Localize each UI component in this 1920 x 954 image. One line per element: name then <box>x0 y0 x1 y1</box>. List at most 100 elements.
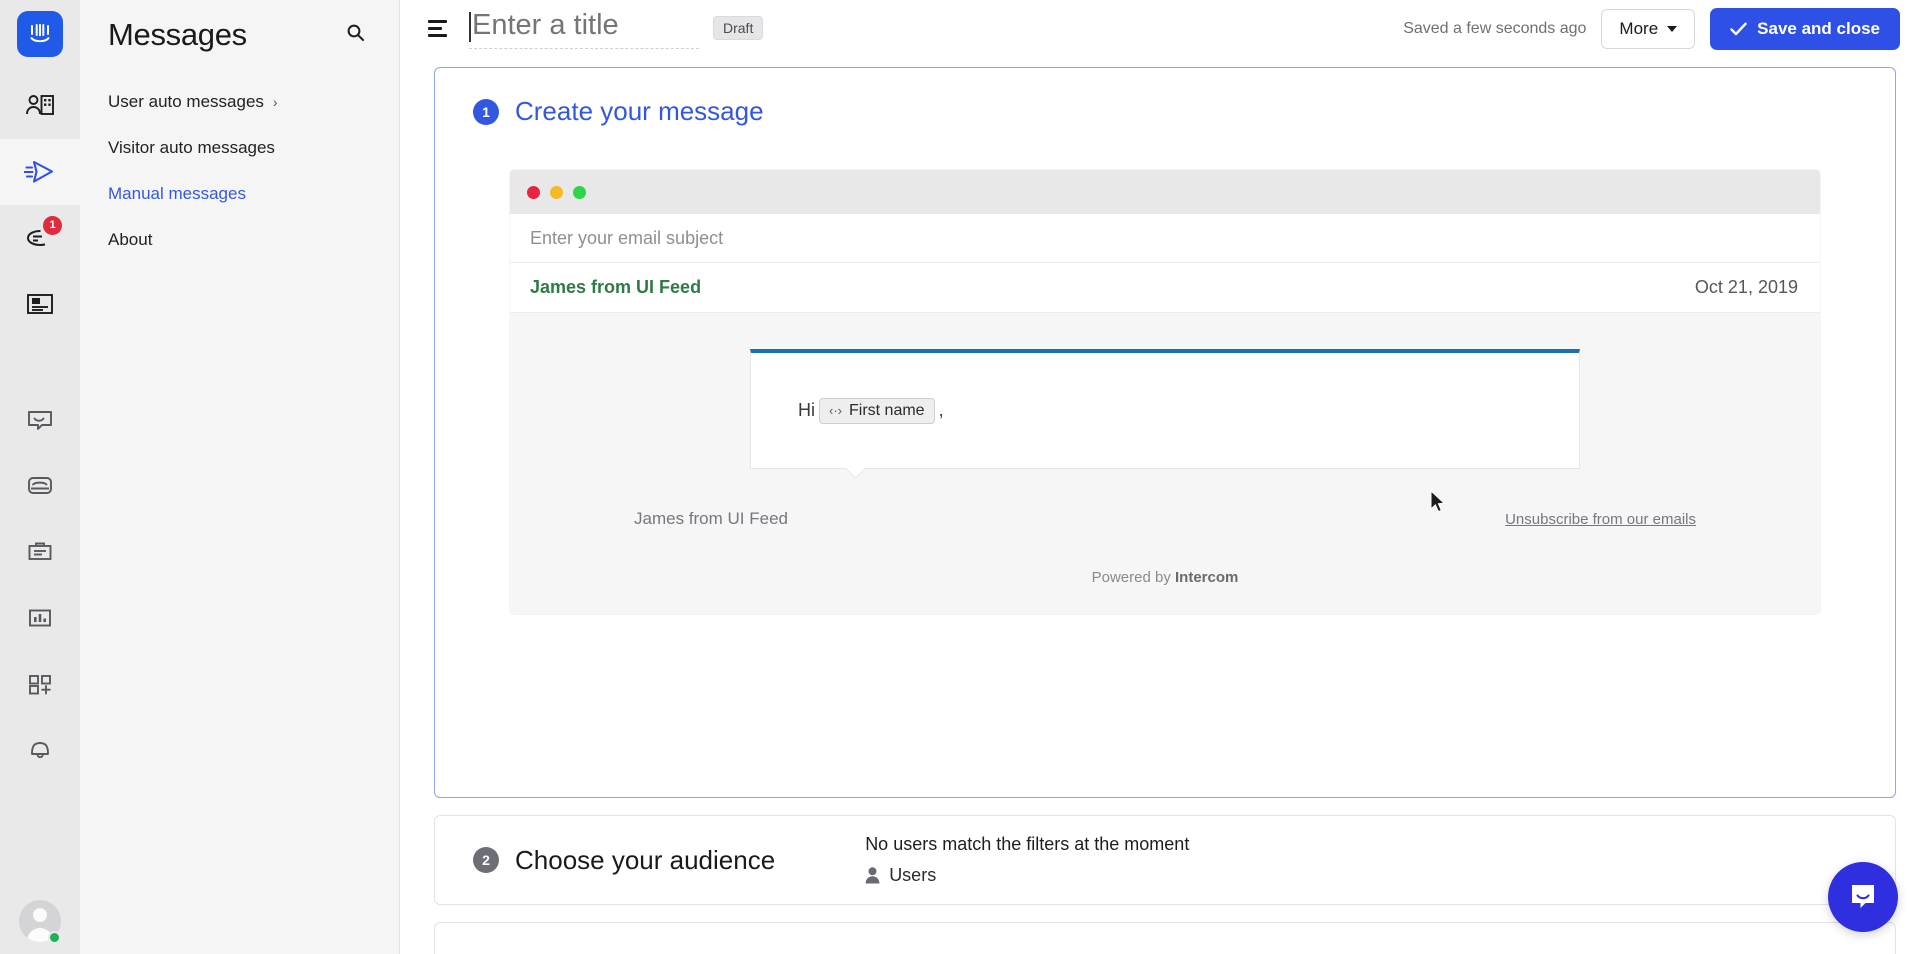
sidebar-item-manual-messages[interactable]: Manual messages <box>108 184 371 204</box>
nav-header: Messages <box>108 0 371 56</box>
email-footer: James from UI Feed Unsubscribe from our … <box>634 509 1696 529</box>
message-bubble-wrapper: Hi ‹·› First name , <box>750 349 1580 469</box>
email-body: Hi ‹·› First name , James from UI Feed U… <box>510 313 1820 614</box>
rail-item-inbox[interactable]: 1 <box>0 205 80 271</box>
hamburger-icon[interactable] <box>424 16 451 41</box>
step-1-number: 1 <box>473 98 499 125</box>
hamburger-bar <box>428 27 442 30</box>
save-button-label: Save and close <box>1757 18 1880 38</box>
message-bubble-editor[interactable]: Hi ‹·› First name , <box>750 349 1580 469</box>
unsubscribe-link[interactable]: Unsubscribe from our emails <box>1505 511 1696 528</box>
rail-item-reports[interactable] <box>0 585 80 651</box>
rail-item-product-tours[interactable] <box>0 453 80 519</box>
close-window-dot[interactable] <box>527 185 540 199</box>
step-3-card[interactable] <box>434 922 1896 954</box>
rail-item-articles[interactable] <box>0 271 80 337</box>
toolbar: Draft Saved a few seconds ago More Save … <box>400 0 1920 57</box>
sidebar-item-label: About <box>108 230 153 249</box>
intercom-logo-icon[interactable] <box>17 11 63 57</box>
intercom-logo-glyph <box>30 23 50 43</box>
minimize-window-dot[interactable] <box>550 185 563 199</box>
hamburger-bar <box>428 34 447 37</box>
footer-sender-name: James from UI Feed <box>634 509 788 528</box>
powered-by-prefix: Powered by <box>1091 569 1176 586</box>
icon-rail: 1 <box>0 0 80 954</box>
audience-summary: No users match the filters at the moment… <box>865 834 1189 886</box>
audience-note: No users match the filters at the moment <box>865 834 1190 854</box>
audience-users-label: Users <box>889 865 937 885</box>
toolbar-actions: Saved a few seconds ago More Save and cl… <box>1403 7 1900 50</box>
apps-icon <box>29 675 51 695</box>
rail-item-messenger[interactable] <box>0 387 80 453</box>
messenger-launcher-icon <box>1852 885 1874 908</box>
rail-item-notifications[interactable] <box>0 717 80 783</box>
step-1-card: 1 Create your message Enter your email s… <box>434 67 1896 798</box>
avatar-head <box>33 908 47 922</box>
content-area: 1 Create your message Enter your email s… <box>400 57 1920 954</box>
articles-icon <box>27 294 53 314</box>
greeting-suffix: , <box>938 400 944 420</box>
hamburger-bar <box>428 20 447 23</box>
merge-tag-first-name[interactable]: ‹·› First name <box>819 397 935 424</box>
rail-item-contacts[interactable] <box>0 73 80 139</box>
step-1-title: Create your message <box>515 96 764 126</box>
reports-icon <box>29 609 51 627</box>
code-brackets-icon: ‹·› <box>829 403 842 418</box>
nav-list: User auto messages › Visitor auto messag… <box>108 92 371 250</box>
saved-status-text: Saved a few seconds ago <box>1403 19 1587 37</box>
step-2-card[interactable]: 2 Choose your audience No users match th… <box>434 815 1896 905</box>
online-status-dot <box>48 931 61 944</box>
email-meta-row: James from UI Feed Oct 21, 2019 <box>510 263 1820 313</box>
powered-by-brand: Intercom <box>1175 569 1239 586</box>
sidebar-item-label: User auto messages <box>108 92 264 111</box>
maximize-window-dot[interactable] <box>573 185 586 199</box>
powered-by-label: Powered by Intercom <box>510 569 1820 586</box>
more-button-label: More <box>1619 18 1659 38</box>
step-2-title: Choose your audience <box>515 844 776 875</box>
paper-plane-icon <box>24 160 54 183</box>
audience-users-row: Users <box>865 865 1189 886</box>
secondary-nav: Messages User auto messages › Visitor au… <box>80 0 400 954</box>
search-icon[interactable] <box>340 17 371 53</box>
greeting-prefix: Hi <box>798 400 815 420</box>
sidebar-item-label: Visitor auto messages <box>108 138 275 157</box>
rail-item-messages[interactable] <box>0 139 80 205</box>
sidebar-item-user-auto-messages[interactable]: User auto messages › <box>108 92 371 112</box>
rail-item-apps[interactable] <box>0 651 80 717</box>
title-input[interactable] <box>469 8 699 49</box>
chevron-down-icon <box>1667 25 1678 32</box>
main-area: Draft Saved a few seconds ago More Save … <box>400 0 1920 954</box>
chevron-right-icon: › <box>272 94 278 110</box>
save-and-close-button[interactable]: Save and close <box>1710 7 1900 50</box>
page-title: Messages <box>108 17 247 52</box>
step-2-header: 2 Choose your audience <box>473 845 775 876</box>
merge-tag-label: First name <box>849 401 925 419</box>
more-button[interactable]: More <box>1601 8 1696 49</box>
greeting-line: Hi ‹·› First name , <box>798 397 944 424</box>
sidebar-item-about[interactable]: About <box>108 230 371 250</box>
surveys-icon <box>28 542 52 560</box>
check-icon <box>1730 22 1747 35</box>
product-tours-icon <box>28 477 52 494</box>
email-sender-name: James from UI Feed <box>530 277 702 297</box>
sidebar-item-visitor-auto-messages[interactable]: Visitor auto messages <box>108 138 371 158</box>
messenger-icon <box>28 411 52 430</box>
messenger-launcher-button[interactable] <box>1828 862 1898 932</box>
bubble-tail <box>846 468 870 481</box>
app-root: 1 Messages User auto messages › Visitor … <box>0 0 1920 954</box>
step-1-header: 1 Create your message <box>435 68 1895 127</box>
status-badge: Draft <box>713 15 764 40</box>
inbox-badge-count: 1 <box>43 216 62 235</box>
email-preview-window: Enter your email subject James from UI F… <box>510 170 1820 614</box>
sidebar-item-label: Manual messages <box>108 184 246 203</box>
search-glyph <box>347 24 364 41</box>
email-date: Oct 21, 2019 <box>1694 277 1798 297</box>
title-field-wrapper: Draft <box>469 8 764 49</box>
contacts-icon <box>26 95 54 115</box>
window-chrome <box>510 170 1820 214</box>
step-2-number: 2 <box>473 847 499 873</box>
rail-item-surveys[interactable] <box>0 519 80 585</box>
person-icon <box>865 867 880 884</box>
bell-icon <box>31 742 49 759</box>
email-subject-input[interactable]: Enter your email subject <box>510 214 1820 263</box>
